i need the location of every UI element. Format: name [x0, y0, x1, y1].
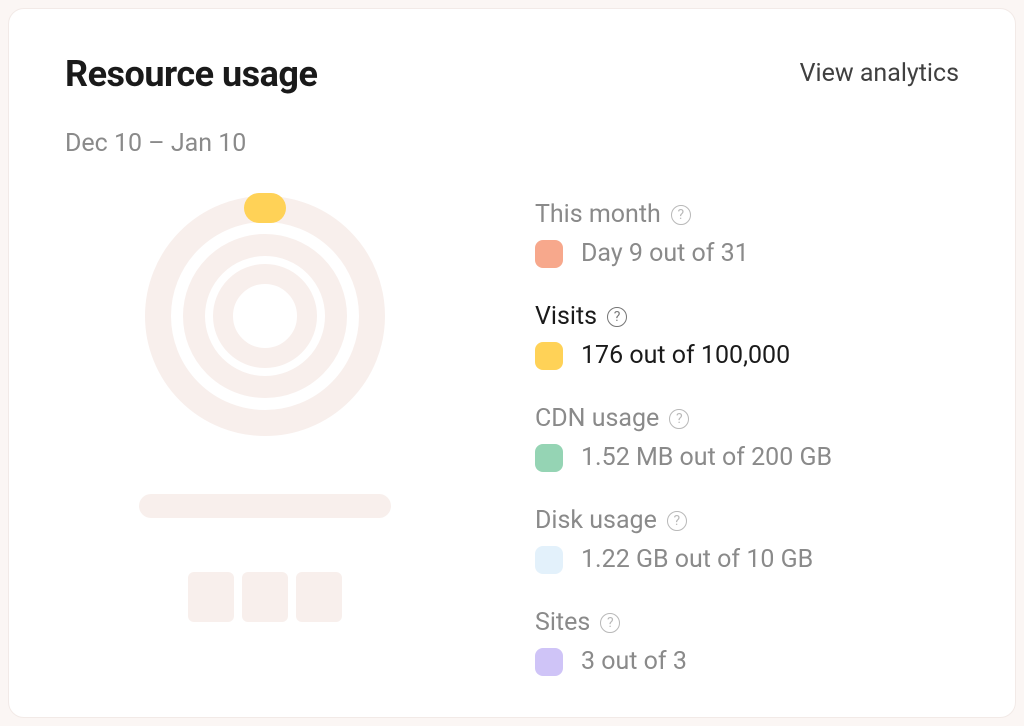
skeleton-block — [296, 572, 342, 622]
stat-cdn-usage: CDN usage ? 1.52 MB out of 200 GB — [535, 404, 959, 472]
stat-label: CDN usage — [535, 404, 659, 433]
ring-marker-visits — [244, 193, 286, 223]
resource-usage-card: Resource usage View analytics Dec 10 – J… — [8, 8, 1016, 718]
view-analytics-link[interactable]: View analytics — [800, 53, 959, 88]
help-icon[interactable]: ? — [667, 511, 687, 531]
swatch-month — [535, 240, 563, 268]
card-body: This month ? Day 9 out of 31 Visits ? 17… — [65, 196, 959, 676]
stat-value: 1.22 GB out of 10 GB — [581, 545, 813, 574]
card-title: Resource usage — [65, 53, 317, 95]
stat-value-row: 3 out of 3 — [535, 647, 959, 676]
skeleton-block — [188, 572, 234, 622]
stat-label-row: This month ? — [535, 200, 959, 229]
swatch-sites — [535, 648, 563, 676]
stat-label-row: Visits ? — [535, 302, 959, 331]
skeleton-bar — [139, 494, 391, 518]
help-icon[interactable]: ? — [607, 307, 627, 327]
date-range: Dec 10 – Jan 10 — [65, 129, 959, 158]
stat-label: Sites — [535, 608, 590, 637]
stat-disk-usage: Disk usage ? 1.22 GB out of 10 GB — [535, 506, 959, 574]
stat-value-row: Day 9 out of 31 — [535, 239, 959, 268]
help-icon[interactable]: ? — [671, 205, 691, 225]
ring-inner — [213, 264, 317, 368]
stat-value-row: 176 out of 100,000 — [535, 341, 959, 370]
stat-value: 3 out of 3 — [581, 647, 687, 676]
stat-label: Disk usage — [535, 506, 657, 535]
stat-value: 1.52 MB out of 200 GB — [581, 443, 832, 472]
stat-label: Visits — [535, 302, 597, 331]
skeleton-block — [242, 572, 288, 622]
swatch-cdn — [535, 444, 563, 472]
stat-label-row: Sites ? — [535, 608, 959, 637]
skeleton-blocks — [188, 572, 342, 622]
stat-sites: Sites ? 3 out of 3 — [535, 608, 959, 676]
usage-rings-chart — [145, 196, 385, 436]
stat-value: Day 9 out of 31 — [581, 239, 749, 268]
visualization-column — [65, 196, 465, 676]
stat-value-row: 1.22 GB out of 10 GB — [535, 545, 959, 574]
stat-visits: Visits ? 176 out of 100,000 — [535, 302, 959, 370]
stat-label: This month — [535, 200, 661, 229]
stat-value-row: 1.52 MB out of 200 GB — [535, 443, 959, 472]
stat-label-row: CDN usage ? — [535, 404, 959, 433]
help-icon[interactable]: ? — [600, 613, 620, 633]
stat-value: 176 out of 100,000 — [581, 341, 790, 370]
swatch-disk — [535, 546, 563, 574]
card-header: Resource usage View analytics — [65, 53, 959, 95]
stat-label-row: Disk usage ? — [535, 506, 959, 535]
help-icon[interactable]: ? — [669, 409, 689, 429]
swatch-visits — [535, 342, 563, 370]
stat-this-month: This month ? Day 9 out of 31 — [535, 200, 959, 268]
stats-column: This month ? Day 9 out of 31 Visits ? 17… — [535, 196, 959, 676]
